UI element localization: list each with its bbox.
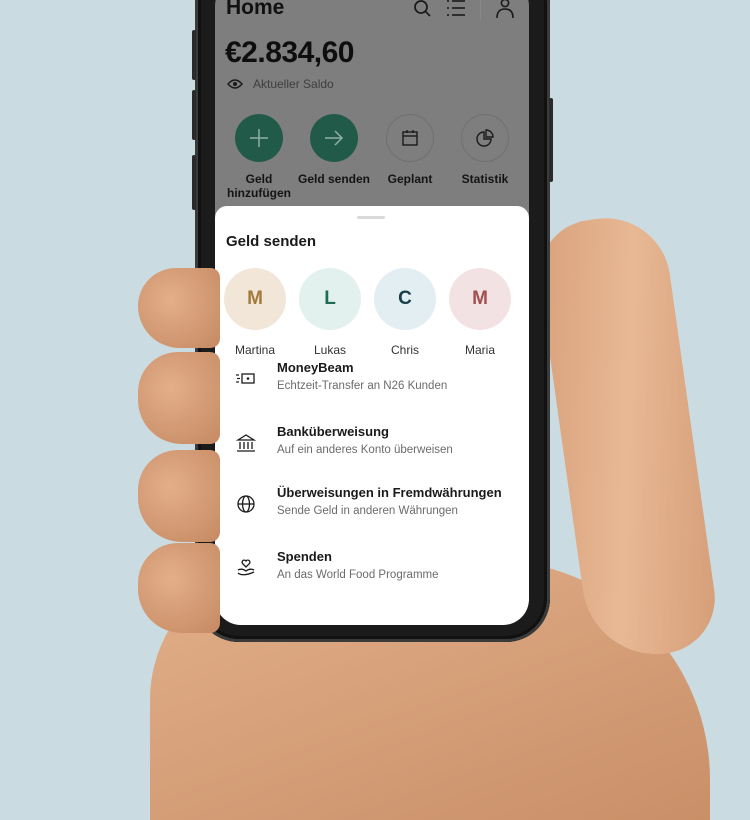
contact-name: Martina (234, 343, 275, 357)
option-title: Banküberweisung (277, 424, 389, 439)
avatar: C (374, 268, 436, 330)
option-foreign-currency[interactable]: Überweisungen in Fremdwährungen Sende Ge… (215, 481, 529, 537)
action-circle (461, 114, 509, 162)
option-subtitle: Auf ein anderes Konto überweisen (277, 444, 453, 456)
option-title: MoneyBeam (277, 360, 354, 375)
contact-chris[interactable]: C Chris (367, 268, 443, 357)
action-label: Geplant (387, 172, 433, 186)
add-money-button[interactable]: Geld hinzufügen (219, 114, 299, 200)
home-header: Home (226, 0, 519, 24)
statistics-button[interactable]: Statistik (445, 114, 525, 186)
phone-side-button (192, 30, 196, 80)
sheet-title: Geld senden (226, 233, 317, 250)
option-subtitle: Sende Geld in anderen Währungen (277, 505, 458, 517)
action-circle (235, 114, 283, 162)
option-subtitle: Echtzeit-Transfer an N26 Kunden (277, 380, 448, 392)
send-money-button[interactable]: Geld senden (294, 114, 374, 186)
scheduled-button[interactable]: Geplant (370, 114, 450, 186)
finger (138, 450, 220, 542)
action-label: Statistik (461, 172, 509, 186)
contact-name: Maria (464, 343, 495, 357)
arrow-right-icon (325, 130, 344, 146)
sheet-drag-handle[interactable] (357, 216, 385, 219)
action-label: Geld senden (297, 172, 371, 186)
avatar: M (224, 268, 286, 330)
avatar: L (299, 268, 361, 330)
header-divider (480, 0, 481, 20)
plus-icon (250, 129, 268, 147)
donate-heart-hand-icon (237, 559, 255, 576)
finger (138, 543, 220, 633)
send-money-sheet: Geld senden M Martina L Lukas C Chris M … (215, 206, 529, 625)
list-icon[interactable] (445, 0, 467, 20)
action-circle (310, 114, 358, 162)
avatar: M (449, 268, 511, 330)
contact-martina[interactable]: M Martina (217, 268, 293, 357)
balance-amount: €2.834,60 (225, 36, 354, 69)
phone-power-button (549, 98, 553, 182)
action-label: Geld hinzufügen (227, 172, 291, 200)
action-circle (386, 114, 434, 162)
option-bank-transfer[interactable]: Banküberweisung Auf ein anderes Konto üb… (215, 420, 529, 476)
finger (138, 268, 220, 348)
search-icon[interactable] (412, 0, 434, 20)
phone-side-button (192, 90, 196, 140)
contact-name: Chris (390, 343, 419, 357)
option-donate[interactable]: Spenden An das World Food Programme (215, 545, 529, 601)
contact-lukas[interactable]: L Lukas (292, 268, 368, 357)
phone-screen: Home €2.834,60 Aktueller Saldo Geld hinz… (215, 0, 529, 625)
quick-actions: Geld hinzufügen Geld senden Geplant Stat… (215, 114, 529, 209)
profile-icon[interactable] (494, 0, 516, 20)
option-title: Spenden (277, 549, 332, 564)
option-moneybeam[interactable]: MoneyBeam Echtzeit-Transfer an N26 Kunde… (215, 356, 529, 412)
option-title: Überweisungen in Fremdwährungen (277, 485, 502, 500)
balance-label: Aktueller Saldo (253, 77, 334, 91)
finger (138, 352, 220, 444)
option-subtitle: An das World Food Programme (277, 569, 439, 581)
balance-label-row: Aktueller Saldo (227, 77, 334, 91)
bank-icon (235, 434, 257, 452)
moneybeam-icon (236, 373, 255, 384)
contact-maria[interactable]: M Maria (442, 268, 518, 357)
eye-icon[interactable] (227, 79, 243, 89)
pie-chart-icon (476, 129, 494, 147)
calendar-icon (402, 130, 418, 146)
contact-name: Lukas (313, 343, 347, 357)
phone-side-button (192, 155, 196, 210)
page-title: Home (226, 0, 285, 19)
recent-contacts: M Martina L Lukas C Chris M Maria (215, 268, 529, 358)
globe-icon (237, 495, 255, 513)
